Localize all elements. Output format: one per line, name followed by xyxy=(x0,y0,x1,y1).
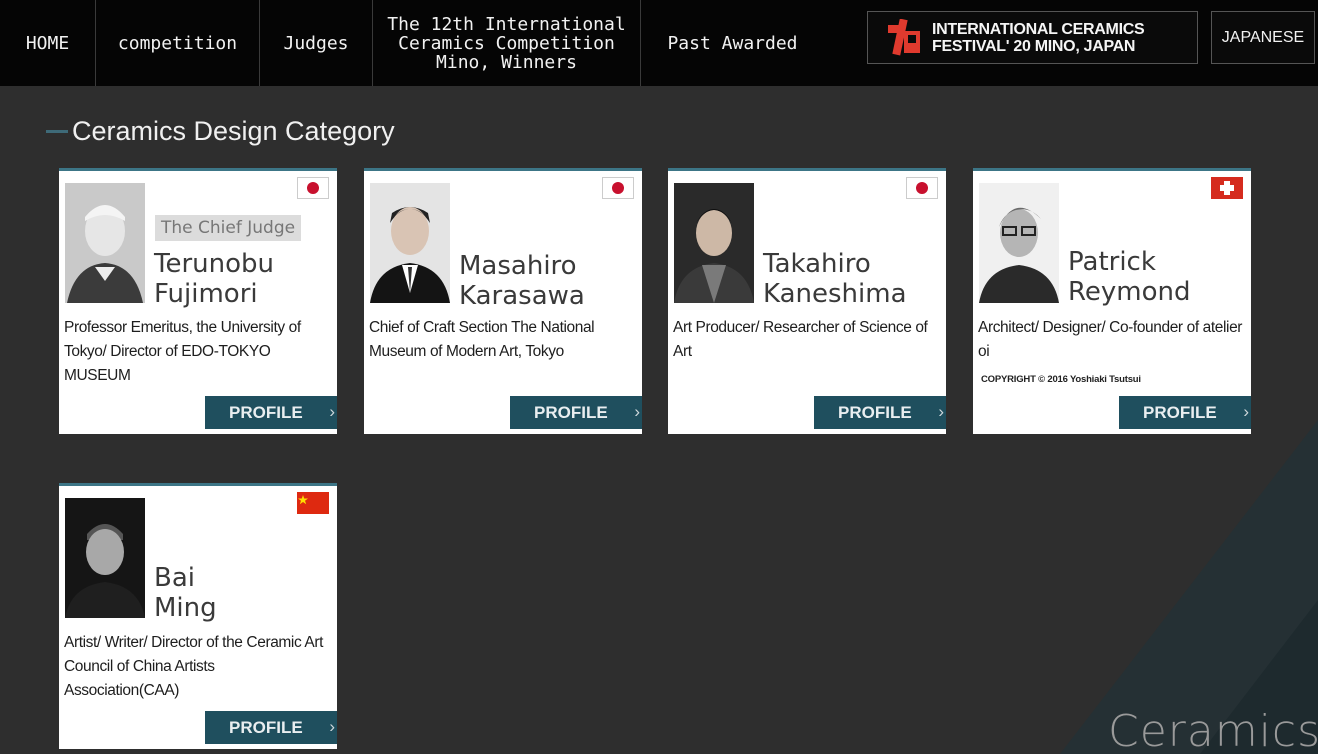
judge-last-name: Reymond xyxy=(1068,277,1191,307)
judge-card-karasawa: Masahiro Karasawa Chief of Craft Section… xyxy=(364,168,642,434)
judge-photo xyxy=(65,498,145,618)
nav-past-awarded[interactable]: Past Awarded xyxy=(641,0,824,86)
judge-photo xyxy=(674,183,754,303)
title-dash xyxy=(46,130,68,133)
chief-judge-badge: The Chief Judge xyxy=(155,215,302,241)
ceramics-watermark: Ceramics xyxy=(1108,706,1318,754)
judge-first-name: Bai xyxy=(154,563,195,593)
judge-name: Patrick Reymond xyxy=(1068,247,1246,307)
judge-name: Bai Ming xyxy=(154,563,332,623)
chevron-right-icon: › xyxy=(329,717,335,736)
judge-last-name: Fujimori xyxy=(154,279,258,309)
japan-flag-icon xyxy=(602,177,634,199)
chevron-right-icon: › xyxy=(634,402,640,421)
chevron-right-icon: › xyxy=(1243,402,1249,421)
profile-label: PROFILE xyxy=(1143,402,1217,422)
festival-logo-mark-icon xyxy=(888,18,920,55)
judge-description: Chief of Craft Section The National Muse… xyxy=(369,319,595,360)
nav-winners-line3: Mino, Winners xyxy=(436,51,577,73)
profile-label: PROFILE xyxy=(534,402,608,422)
profile-button[interactable]: PROFILE › xyxy=(205,396,337,429)
judge-first-name: Takahiro xyxy=(763,249,871,279)
nav-judges[interactable]: Judges xyxy=(260,0,373,86)
judge-name: Terunobu Fujimori xyxy=(154,249,332,309)
judge-description: Artist/ Writer/ Director of the Ceramic … xyxy=(64,634,323,699)
chevron-right-icon: › xyxy=(938,402,944,421)
chevron-right-icon: › xyxy=(329,402,335,421)
china-flag-icon xyxy=(297,492,329,514)
judge-first-name: Terunobu xyxy=(154,249,274,279)
judge-description: Professor Emeritus, the University of To… xyxy=(64,319,301,384)
judge-first-name: Masahiro xyxy=(459,251,577,281)
nav-winners-line2: Ceramics Competition xyxy=(398,32,615,54)
judge-last-name: Karasawa xyxy=(459,281,585,311)
profile-label: PROFILE xyxy=(838,402,912,422)
profile-label: PROFILE xyxy=(229,402,303,422)
judge-name: Masahiro Karasawa xyxy=(459,251,637,311)
profile-button[interactable]: PROFILE › xyxy=(1119,396,1251,429)
nav-home[interactable]: HOME xyxy=(0,0,96,86)
judge-card-kaneshima: Takahiro Kaneshima Art Producer/ Researc… xyxy=(668,168,946,434)
judge-card-bai-ming: Bai Ming Artist/ Writer/ Director of the… xyxy=(59,483,337,749)
judge-last-name: Kaneshima xyxy=(763,279,907,309)
nav-winners-line1: The 12th International xyxy=(387,13,626,35)
judge-card-reymond: Patrick Reymond Architect/ Designer/ Co-… xyxy=(973,168,1251,434)
judge-photo xyxy=(65,183,145,303)
judge-description: Art Producer/ Researcher of Science of A… xyxy=(673,319,928,360)
japan-flag-icon xyxy=(297,177,329,199)
switzerland-flag-icon xyxy=(1211,177,1243,199)
nav-winners[interactable]: The 12th International Ceramics Competit… xyxy=(373,0,641,86)
judge-photo xyxy=(979,183,1059,303)
japan-flag-icon xyxy=(906,177,938,199)
photo-copyright: COPYRIGHT © 2016 Yoshiaki Tsutsui xyxy=(981,374,1141,385)
judge-name: Takahiro Kaneshima xyxy=(763,249,941,309)
judge-card-fujimori: The Chief Judge Terunobu Fujimori Profes… xyxy=(59,168,337,434)
profile-button[interactable]: PROFILE › xyxy=(814,396,946,429)
profile-button[interactable]: PROFILE › xyxy=(510,396,642,429)
festival-logo-link[interactable]: INTERNATIONAL CERAMICS FESTIVAL' 20 MINO… xyxy=(867,11,1198,64)
judge-photo xyxy=(370,183,450,303)
section-title-text: Ceramics Design Category xyxy=(72,116,395,146)
profile-button[interactable]: PROFILE › xyxy=(205,711,337,744)
judge-first-name: Patrick xyxy=(1068,247,1156,277)
language-button[interactable]: JAPANESE xyxy=(1211,11,1315,64)
logo-line2: FESTIVAL' 20 MINO, JAPAN xyxy=(932,37,1136,55)
judge-last-name: Ming xyxy=(154,593,217,623)
logo-line1: INTERNATIONAL CERAMICS xyxy=(932,20,1145,38)
nav-competition[interactable]: competition xyxy=(96,0,260,86)
festival-logo-text: INTERNATIONAL CERAMICS FESTIVAL' 20 MINO… xyxy=(932,20,1145,55)
judge-description: Architect/ Designer/ Co-founder of ateli… xyxy=(978,319,1243,360)
section-title: Ceramics Design Category xyxy=(46,116,395,147)
profile-label: PROFILE xyxy=(229,717,303,737)
